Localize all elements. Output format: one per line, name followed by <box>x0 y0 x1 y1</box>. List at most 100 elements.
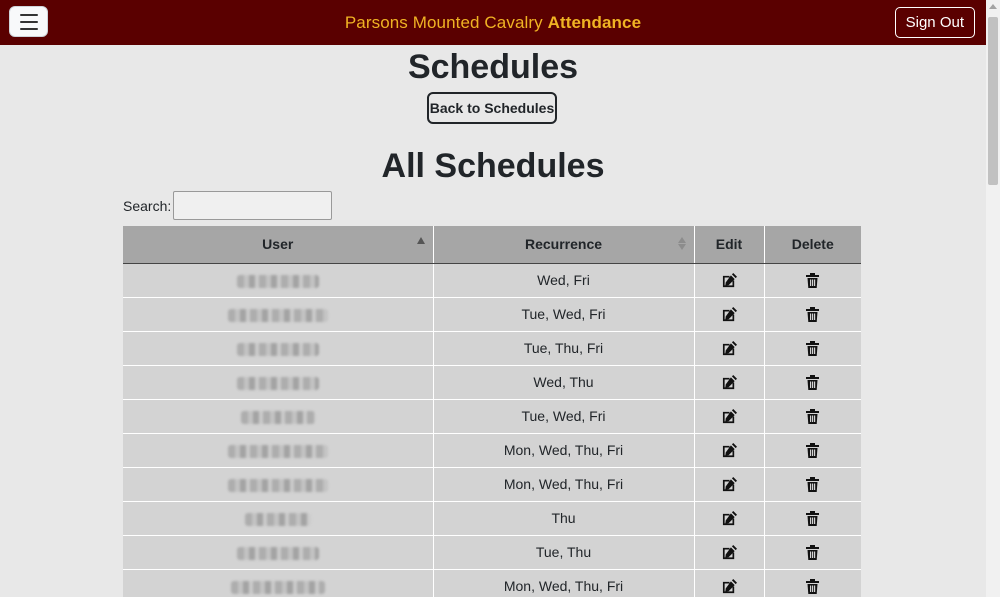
edit-icon[interactable] <box>722 476 737 492</box>
redacted-user-name <box>236 342 319 356</box>
redacted-user-name <box>244 512 311 526</box>
recurrence-cell: Mon, Wed, Thu, Fri <box>433 467 695 502</box>
trash-icon[interactable] <box>806 442 820 459</box>
edit-icon[interactable] <box>722 306 737 322</box>
table-row: Wed, Thu <box>123 365 861 400</box>
edit-icon[interactable] <box>722 408 737 424</box>
sign-out-button[interactable]: Sign Out <box>894 7 975 38</box>
delete-button[interactable] <box>764 331 861 366</box>
user-cell <box>123 433 434 468</box>
redacted-user-name <box>236 376 319 390</box>
user-cell <box>123 467 434 502</box>
redacted-user-name <box>227 308 328 322</box>
back-to-schedules-button[interactable]: Back to Schedules <box>427 92 557 124</box>
edit-icon[interactable] <box>722 272 737 288</box>
redacted-user-name <box>227 444 328 458</box>
recurrence-cell: Thu <box>433 501 695 536</box>
edit-button[interactable] <box>694 501 765 536</box>
page-title: Schedules <box>407 48 579 86</box>
table-row: Tue, Wed, Fri <box>123 297 861 332</box>
trash-icon[interactable] <box>806 476 820 493</box>
table-header-row: User Recurrence Edit Delete <box>123 226 861 264</box>
user-cell <box>123 331 434 366</box>
column-header-recurrence[interactable]: Recurrence <box>433 226 695 264</box>
delete-button[interactable] <box>764 297 861 332</box>
user-cell <box>123 365 434 400</box>
trash-icon[interactable] <box>806 544 820 561</box>
search-label: Search: <box>123 197 172 214</box>
recurrence-cell: Tue, Thu <box>433 535 695 570</box>
recurrence-cell: Wed, Thu <box>433 365 695 400</box>
table-row: Tue, Thu, Fri <box>123 331 861 366</box>
recurrence-cell: Tue, Thu, Fri <box>433 331 695 366</box>
delete-button[interactable] <box>764 399 861 434</box>
edit-button[interactable] <box>694 365 765 400</box>
table-row: Mon, Wed, Thu, Fri <box>123 433 861 468</box>
table-row: Mon, Wed, Thu, Fri <box>123 569 861 597</box>
edit-button[interactable] <box>694 433 765 468</box>
redacted-user-name <box>236 546 319 560</box>
schedules-table-container: User Recurrence Edit Delete Wed, Fri Tue,… <box>123 226 861 597</box>
scroll-thumb[interactable] <box>988 17 998 185</box>
recurrence-cell: Mon, Wed, Thu, Fri <box>433 569 695 597</box>
column-header-user[interactable]: User <box>123 226 434 264</box>
delete-button[interactable] <box>764 535 861 570</box>
edit-icon[interactable] <box>722 544 737 560</box>
search-bar: Search: <box>123 191 333 220</box>
trash-icon[interactable] <box>806 374 820 391</box>
redacted-user-name <box>236 274 319 288</box>
search-input[interactable] <box>173 191 333 220</box>
delete-button[interactable] <box>764 365 861 400</box>
table-row: Tue, Wed, Fri <box>123 399 861 434</box>
scroll-up-arrow-icon[interactable] <box>989 4 997 9</box>
edit-button[interactable] <box>694 569 765 597</box>
user-cell <box>123 569 434 597</box>
edit-icon[interactable] <box>722 374 737 390</box>
recurrence-cell: Tue, Wed, Fri <box>433 399 695 434</box>
edit-button[interactable] <box>694 297 765 332</box>
trash-icon[interactable] <box>806 510 820 527</box>
user-cell <box>123 263 434 298</box>
table-row: Mon, Wed, Thu, Fri <box>123 467 861 502</box>
schedules-table: User Recurrence Edit Delete Wed, Fri Tue,… <box>123 226 861 597</box>
table-row: Thu <box>123 501 861 536</box>
table-body: Wed, Fri Tue, Wed, Fri Tue, Thu, Fri Wed, T… <box>123 263 861 597</box>
trash-icon[interactable] <box>806 272 820 289</box>
trash-icon[interactable] <box>806 578 820 595</box>
edit-button[interactable] <box>694 331 765 366</box>
recurrence-cell: Tue, Wed, Fri <box>433 297 695 332</box>
menu-toggle-button[interactable] <box>9 6 48 37</box>
recurrence-cell: Mon, Wed, Thu, Fri <box>433 433 695 468</box>
edit-icon[interactable] <box>722 340 737 356</box>
delete-button[interactable] <box>764 433 861 468</box>
trash-icon[interactable] <box>806 340 820 357</box>
brand-name-bold: Attendance <box>547 12 642 32</box>
hamburger-menu-icon <box>19 13 38 16</box>
user-cell <box>123 399 434 434</box>
navbar: Parsons Mounted Cavalry Attendance Sign … <box>0 0 986 45</box>
table-row: Wed, Fri <box>123 263 861 298</box>
edit-icon[interactable] <box>722 578 737 594</box>
trash-icon[interactable] <box>806 408 820 425</box>
delete-button[interactable] <box>764 501 861 536</box>
delete-button[interactable] <box>764 569 861 597</box>
column-header-delete: Delete <box>764 226 861 264</box>
redacted-user-name <box>227 478 328 492</box>
edit-icon[interactable] <box>722 510 737 526</box>
edit-button[interactable] <box>694 535 765 570</box>
trash-icon[interactable] <box>806 306 820 323</box>
edit-icon[interactable] <box>722 442 737 458</box>
user-cell <box>123 297 434 332</box>
delete-button[interactable] <box>764 467 861 502</box>
edit-button[interactable] <box>694 263 765 298</box>
edit-button[interactable] <box>694 399 765 434</box>
sort-both-icon <box>677 237 686 253</box>
sort-ascending-icon <box>416 237 425 244</box>
column-header-edit: Edit <box>694 226 765 264</box>
brand-name: Parsons Mounted Cavalry <box>344 12 543 32</box>
user-cell <box>123 501 434 536</box>
delete-button[interactable] <box>764 263 861 298</box>
brand-title[interactable]: Parsons Mounted Cavalry Attendance <box>345 13 641 33</box>
edit-button[interactable] <box>694 467 765 502</box>
page-scrollbar[interactable] <box>986 0 1000 597</box>
